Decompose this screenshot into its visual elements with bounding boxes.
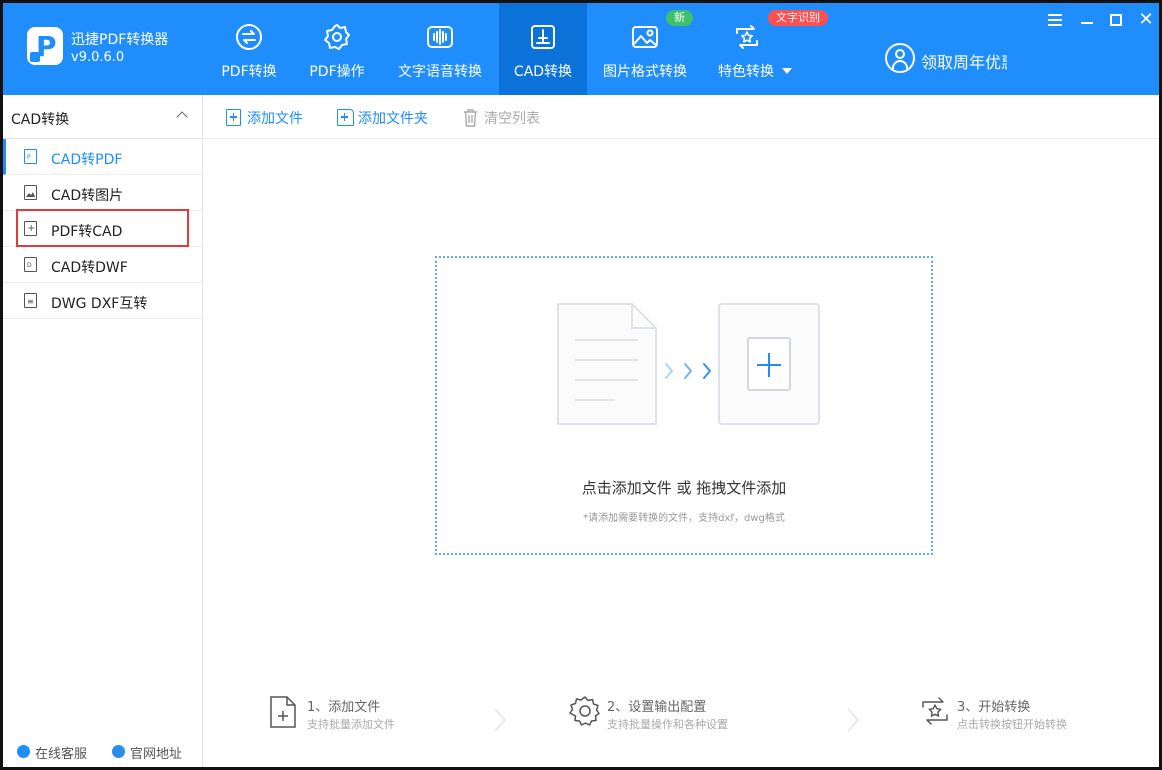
nav-tab-label: PDF转换 (221, 64, 277, 80)
dwg-file-icon: ≡ (24, 293, 37, 308)
settings-gear-icon (569, 696, 600, 726)
star-convert-icon (736, 25, 758, 49)
highlight-annotation (16, 209, 189, 247)
audio-wave-icon (427, 26, 453, 48)
browser-icon (112, 745, 125, 758)
step-separator-icon (494, 708, 507, 732)
sidebar-item-label: CAD转DWF (51, 260, 128, 276)
step-subtitle: 支持批量操作和各种设置 (607, 718, 728, 731)
add-folder-button[interactable]: 添加文件夹 (337, 108, 447, 128)
minimize-icon[interactable] (1078, 11, 1096, 29)
step-separator-icon (847, 708, 860, 732)
app-name: 迅捷PDF转换器 (71, 32, 169, 48)
sidebar-item-cad-to-image[interactable]: CAD转图片 (3, 175, 203, 211)
nav-tab-label: 文字语音转换 (398, 64, 482, 80)
nav-tab-label: PDF操作 (309, 64, 365, 80)
drop-zone-title: 点击添加文件 或 拖拽文件添加 (581, 479, 787, 497)
ocr-badge: 文字识别 (768, 10, 828, 26)
add-file-icon (226, 109, 241, 126)
step-title: 1、添加文件 (307, 700, 381, 715)
sidebar-item-dwg-dxf[interactable]: ≡ DWG DXF互转 (3, 283, 203, 319)
user-icon-head (895, 49, 905, 59)
drop-zone-hint: *请添加需要转换的文件，支持dxf，dwg格式 (583, 513, 785, 524)
nav-tab-pdf-operation[interactable]: PDF操作 (295, 3, 379, 95)
app-window: P 迅捷PDF转换器 v9.0.6.0 PDF转换 PDF操作 文字语音转换 C… (0, 0, 1162, 770)
top-bar: P 迅捷PDF转换器 v9.0.6.0 PDF转换 PDF操作 文字语音转换 C… (3, 3, 1159, 95)
pdf-file-icon: P (24, 149, 37, 164)
image-file-icon (24, 185, 37, 200)
document-icon (557, 303, 657, 425)
promo-text: 领取周年优惠 (921, 53, 1007, 72)
add-box-icon (718, 303, 820, 425)
toolbar: 添加文件 添加文件夹 清空列表 (204, 95, 1159, 139)
sidebar-item-label: CAD转图片 (51, 188, 124, 204)
gear-doc-icon (324, 24, 350, 50)
pdf-convert-icon (236, 24, 262, 50)
image-icon (632, 26, 658, 48)
website-label: 官网地址 (130, 747, 183, 762)
step-start-convert: 3、开始转换 点击转换按钮开始转换 (919, 693, 1139, 737)
close-icon[interactable]: ✕ (1137, 11, 1155, 29)
convert-star-icon (922, 697, 948, 725)
sidebar-item-label: CAD转PDF (51, 152, 123, 168)
add-folder-icon (337, 109, 354, 126)
feature-tab-text: 特色转换 (718, 64, 774, 80)
headset-icon (17, 745, 30, 758)
trash-icon (464, 109, 477, 127)
sidebar: CAD转换 P CAD转PDF CAD转图片 + PDF转CAD D CAD转D… (3, 95, 203, 767)
clear-list-button[interactable]: 清空列表 (463, 108, 553, 128)
file-drop-zone[interactable]: 点击添加文件 或 拖拽文件添加 *请添加需要转换的文件，支持dxf，dwg格式 (435, 256, 933, 555)
step-title: 2、设置输出配置 (607, 700, 707, 715)
maximize-icon[interactable] (1107, 11, 1125, 29)
sidebar-item-cad-to-dwf[interactable]: D CAD转DWF (3, 247, 203, 283)
nav-tab-label: 图片格式转换 (603, 64, 687, 80)
online-service-label: 在线客服 (35, 747, 88, 762)
add-file-label: 添加文件 (247, 111, 303, 127)
add-folder-label: 添加文件夹 (358, 111, 428, 127)
drop-zone-illustration (557, 303, 820, 425)
step-output-settings: 2、设置输出配置 支持批量操作和各种设置 (569, 693, 789, 737)
nav-tab-cad-convert[interactable]: CAD转换 (499, 3, 587, 95)
nav-tab-pdf-convert[interactable]: PDF转换 (207, 3, 291, 95)
add-file-button[interactable]: 添加文件 (226, 108, 316, 128)
new-badge: 新 (666, 10, 693, 26)
step-add-file: 1、添加文件 支持批量添加文件 (269, 693, 469, 737)
app-logo: P (27, 27, 63, 65)
user-icon-shoulder (892, 60, 908, 69)
chevron-arrows-icon (665, 363, 711, 379)
sidebar-header[interactable]: CAD转换 (3, 95, 203, 139)
anniversary-promo[interactable]: 领取周年优惠 (885, 43, 1015, 75)
menu-icon[interactable] (1046, 11, 1064, 29)
chevron-down-icon (782, 68, 792, 74)
user-icon (885, 43, 915, 73)
sidebar-title: CAD转换 (11, 112, 70, 128)
dwf-file-icon: D (24, 257, 37, 272)
step-subtitle: 支持批量添加文件 (307, 718, 395, 731)
cad-icon (531, 25, 555, 49)
step-title: 3、开始转换 (957, 700, 1031, 715)
sidebar-item-label: DWG DXF互转 (51, 296, 148, 312)
nav-tab-text-speech[interactable]: 文字语音转换 (387, 3, 493, 95)
file-plus-icon (270, 696, 296, 728)
nav-tab-label: CAD转换 (513, 64, 573, 80)
step-subtitle: 点击转换按钮开始转换 (957, 718, 1067, 731)
clear-list-label: 清空列表 (484, 111, 540, 127)
logo-dot (30, 52, 40, 62)
sidebar-item-cad-to-pdf[interactable]: P CAD转PDF (3, 139, 203, 175)
app-version: v9.0.6.0 (71, 50, 125, 65)
nav-tab-label: 特色转换 (707, 61, 803, 81)
chevron-up-icon[interactable] (176, 111, 188, 123)
